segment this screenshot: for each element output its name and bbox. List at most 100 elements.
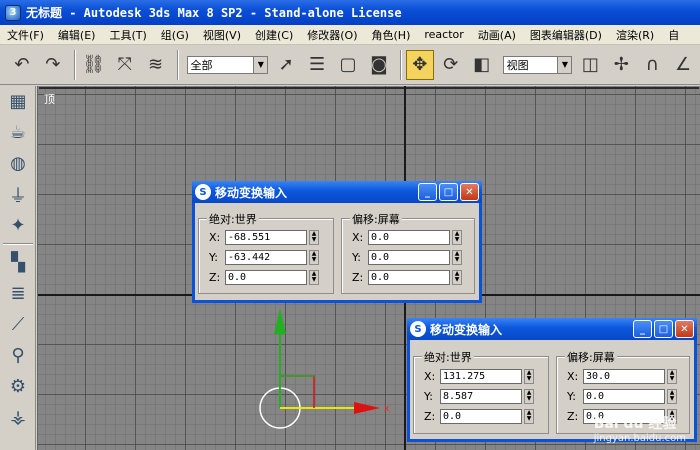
menu-reactor[interactable]: reactor: [417, 28, 470, 41]
abs-x-spinner[interactable]: ▲ ▼: [524, 368, 534, 384]
dialog-titlebar[interactable]: S 移动变换输入 _ □ ✕: [407, 318, 697, 340]
abs-z-spinner[interactable]: ▲ ▼: [309, 269, 319, 285]
off-y-field[interactable]: 0.0: [368, 249, 450, 265]
select-and-scale-icon[interactable]: ◧: [468, 50, 496, 80]
select-and-manipulate-icon[interactable]: ✢: [607, 50, 635, 80]
z-label: Z:: [209, 270, 221, 284]
menu-group[interactable]: 组(G): [154, 27, 196, 43]
pivot-center-icon[interactable]: ◫: [576, 50, 604, 80]
z-label: Z:: [352, 270, 364, 284]
menu-modifiers[interactable]: 修改器(O): [300, 27, 364, 43]
checker-icon[interactable]: ▚: [0, 247, 36, 278]
reference-coord-value: 视图: [506, 58, 529, 72]
off-y-spinner[interactable]: ▲ ▼: [667, 388, 677, 404]
menu-bar: 文件(F) 编辑(E) 工具(T) 组(G) 视图(V) 创建(C) 修改器(O…: [0, 25, 700, 45]
objects-icon[interactable]: ▦: [0, 86, 36, 117]
x-label: X:: [424, 369, 436, 383]
helpers-icon[interactable]: ✦: [0, 210, 36, 241]
off-x-spinner[interactable]: ▲ ▼: [452, 229, 462, 245]
light-icon[interactable]: ⚶: [0, 402, 36, 433]
maximize-button[interactable]: □: [439, 183, 458, 201]
chevron-down-icon[interactable]: ▼: [253, 56, 268, 73]
toolbar-separator: [3, 243, 33, 245]
watermark-url: jingyan.baidu.com: [593, 433, 686, 444]
menu-graph-editors[interactable]: 图表编辑器(D): [523, 27, 609, 43]
select-and-move-icon[interactable]: ✥: [405, 49, 434, 80]
close-button[interactable]: ✕: [675, 320, 694, 338]
left-toolbar: ▦ ☕ ◍ ⏚ ✦ ▚ ≣ ⟋ ⚲ ⚙ ⚶: [0, 86, 36, 450]
menu-more[interactable]: 自: [661, 27, 686, 43]
teapot-icon[interactable]: ☕: [0, 117, 36, 148]
minimize-button[interactable]: _: [418, 183, 437, 201]
watermark-brand: Bai du 经验: [593, 416, 677, 432]
off-x-spinner[interactable]: ▲ ▼: [667, 368, 677, 384]
menu-tools[interactable]: 工具(T): [102, 27, 153, 43]
dialog-titlebar[interactable]: S 移动变换输入 _ □ ✕: [192, 181, 482, 203]
menu-file[interactable]: 文件(F): [0, 27, 51, 43]
gizmo-plane-handle[interactable]: [280, 375, 315, 408]
window-titlebar: 3 无标题 - Autodesk 3ds Max 8 SP2 - Stand-a…: [0, 0, 700, 25]
sphere-icon[interactable]: ◍: [0, 148, 36, 179]
offset-screen-group: 偏移:屏幕 X: 0.0 ▲ ▼ Y: 0.0 ▲ ▼ Z: 0.0 ▲ ▼: [341, 211, 475, 294]
abs-x-spinner[interactable]: ▲ ▼: [309, 229, 319, 245]
coil-icon[interactable]: ≣: [0, 278, 36, 309]
off-z-spinner[interactable]: ▲ ▼: [452, 269, 462, 285]
toolbar-separator: [399, 49, 402, 80]
offset-screen-label: 偏移:屏幕: [350, 211, 402, 227]
redo-icon[interactable]: ↷: [39, 50, 67, 80]
select-and-link-icon[interactable]: ⛓: [80, 50, 108, 80]
menu-character[interactable]: 角色(H): [365, 27, 418, 43]
undo-icon[interactable]: ↶: [8, 50, 36, 80]
snap-toggle-icon[interactable]: ∩: [638, 50, 666, 80]
window-title: 无标题 - Autodesk 3ds Max 8 SP2 - Stand-alo…: [26, 6, 402, 20]
move-gizmo[interactable]: x: [274, 308, 390, 414]
abs-x-field[interactable]: 131.275: [440, 368, 522, 384]
window-crossing-icon[interactable]: ◙: [365, 50, 393, 80]
abs-x-field[interactable]: -68.551: [225, 229, 307, 245]
abs-z-field[interactable]: 0.0: [440, 408, 522, 424]
bone-icon[interactable]: ⟋: [0, 309, 36, 340]
off-z-field[interactable]: 0.0: [368, 269, 450, 285]
selection-filter-dropdown[interactable]: 全部 ▼: [186, 55, 269, 74]
abs-z-spinner[interactable]: ▲ ▼: [524, 408, 534, 424]
off-y-spinner[interactable]: ▲ ▼: [452, 249, 462, 265]
lights-icon[interactable]: ⏚: [0, 179, 36, 210]
menu-create[interactable]: 创建(C): [248, 27, 300, 43]
menu-views[interactable]: 视图(V): [196, 27, 248, 43]
y-label: Y:: [352, 250, 361, 264]
abs-y-spinner[interactable]: ▲ ▼: [309, 249, 319, 265]
off-y-field[interactable]: 0.0: [583, 388, 665, 404]
max-logo-icon: S: [195, 184, 211, 200]
abs-y-field[interactable]: 8.587: [440, 388, 522, 404]
app-icon: 3: [5, 4, 21, 21]
z-label: Z:: [567, 409, 579, 423]
chevron-down-icon[interactable]: ▼: [557, 56, 572, 73]
unlink-icon[interactable]: ⤧: [111, 50, 139, 80]
minimize-button[interactable]: _: [633, 320, 652, 338]
dialog-title: 移动变换输入: [215, 185, 288, 200]
bind-space-warp-icon[interactable]: ≋: [142, 50, 170, 80]
angle-snap-icon[interactable]: ∠: [669, 50, 697, 80]
close-button[interactable]: ✕: [460, 183, 479, 201]
off-x-field[interactable]: 30.0: [583, 368, 665, 384]
menu-rendering[interactable]: 渲染(R): [609, 27, 661, 43]
move-transform-dialog-1: S 移动变换输入 _ □ ✕ 绝对:世界 X: -68.551 ▲ ▼ Y: -63.4…: [192, 181, 482, 303]
toolbar-separator: [176, 49, 179, 80]
abs-y-spinner[interactable]: ▲ ▼: [524, 388, 534, 404]
abs-y-field[interactable]: -63.442: [225, 249, 307, 265]
select-and-rotate-icon[interactable]: ⟳: [437, 50, 465, 80]
gizmo-y-arrow[interactable]: [274, 308, 286, 334]
select-object-icon[interactable]: ➚: [272, 50, 300, 80]
abs-z-field[interactable]: 0.0: [225, 269, 307, 285]
x-axis-label: x: [384, 404, 390, 414]
reference-coord-dropdown[interactable]: 视图 ▼: [502, 55, 573, 74]
menu-animation[interactable]: 动画(A): [471, 27, 523, 43]
maximize-button[interactable]: □: [654, 320, 673, 338]
menu-edit[interactable]: 编辑(E): [51, 27, 103, 43]
off-x-field[interactable]: 0.0: [368, 229, 450, 245]
wrench-icon[interactable]: ⚲: [0, 340, 36, 371]
gizmo-x-arrow[interactable]: [354, 402, 380, 414]
rect-selection-icon[interactable]: ▢: [334, 50, 362, 80]
select-by-name-icon[interactable]: ☰: [303, 50, 331, 80]
gear-icon[interactable]: ⚙: [0, 371, 36, 402]
